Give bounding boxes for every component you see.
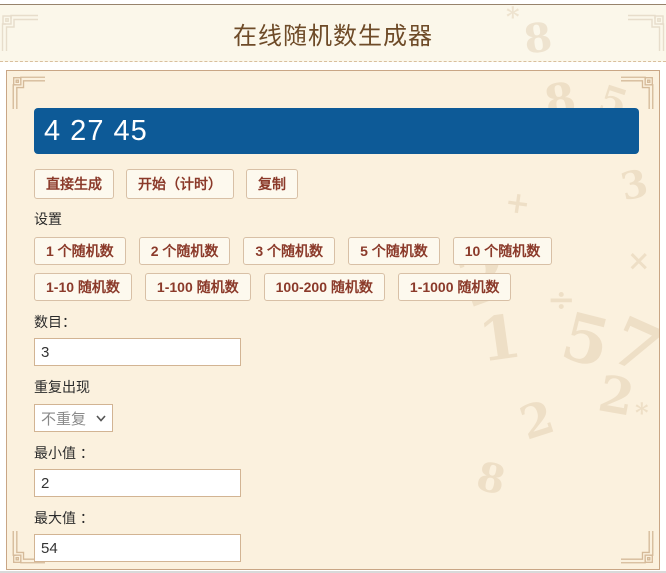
min-input[interactable] (34, 469, 241, 497)
generator-content: 4 27 45 直接生成 开始（计时） 复制 设置 1 个随机数 2 个随机数 … (7, 71, 659, 562)
header-panel-gap (0, 62, 666, 70)
result-value: 4 27 45 (44, 114, 148, 147)
preset-range-1-10[interactable]: 1-10 随机数 (34, 273, 132, 301)
preset-count-10[interactable]: 10 个随机数 (452, 237, 553, 265)
watermark-glyph: * (506, 5, 520, 33)
watermark-glyph: 8 (520, 13, 555, 62)
action-button-row: 直接生成 开始（计时） 复制 (34, 169, 659, 199)
max-label: 最大值 ： (34, 510, 94, 526)
settings-label: 设置 (34, 211, 62, 227)
preset-range-1-1000[interactable]: 1-1000 随机数 (397, 273, 512, 301)
repeat-label: 重复出现 (34, 379, 90, 395)
repeat-select[interactable]: 不重复 (34, 404, 113, 432)
range-preset-row: 1-10 随机数 1-100 随机数 100-200 随机数 1-1000 随机… (34, 273, 659, 301)
corner-ornament-icon (1, 14, 38, 51)
result-display: 4 27 45 (34, 108, 639, 154)
preset-count-3[interactable]: 3 个随机数 (243, 237, 336, 265)
preset-count-5[interactable]: 5 个随机数 (348, 237, 440, 265)
page-title: 在线随机数生成器 (233, 22, 433, 50)
max-input[interactable] (34, 534, 241, 562)
preset-count-2[interactable]: 2 个随机数 (138, 237, 231, 265)
count-input[interactable] (34, 338, 241, 366)
copy-button[interactable]: 复制 (246, 169, 298, 199)
corner-ornament-icon (628, 14, 665, 51)
start-timer-button[interactable]: 开始（计时） (126, 169, 234, 199)
min-label: 最小值 ： (34, 445, 94, 461)
count-label: 数目： (34, 314, 76, 330)
preset-range-100-200[interactable]: 100-200 随机数 (263, 273, 385, 301)
repeat-select-value: 不重复 (41, 410, 87, 428)
chevron-down-icon (96, 414, 106, 422)
header: * 8 在线随机数生成器 (0, 5, 666, 62)
preset-count-1[interactable]: 1 个随机数 (34, 237, 126, 265)
preset-range-1-100[interactable]: 1-100 随机数 (144, 273, 251, 301)
count-preset-row: 1 个随机数 2 个随机数 3 个随机数 5 个随机数 10 个随机数 (34, 237, 659, 265)
main-panel: 5 3 + 2 1 ÷ 5 7 × 2 2 8 * 8 4 27 45 直接生成… (6, 70, 660, 570)
generate-button[interactable]: 直接生成 (34, 169, 114, 199)
